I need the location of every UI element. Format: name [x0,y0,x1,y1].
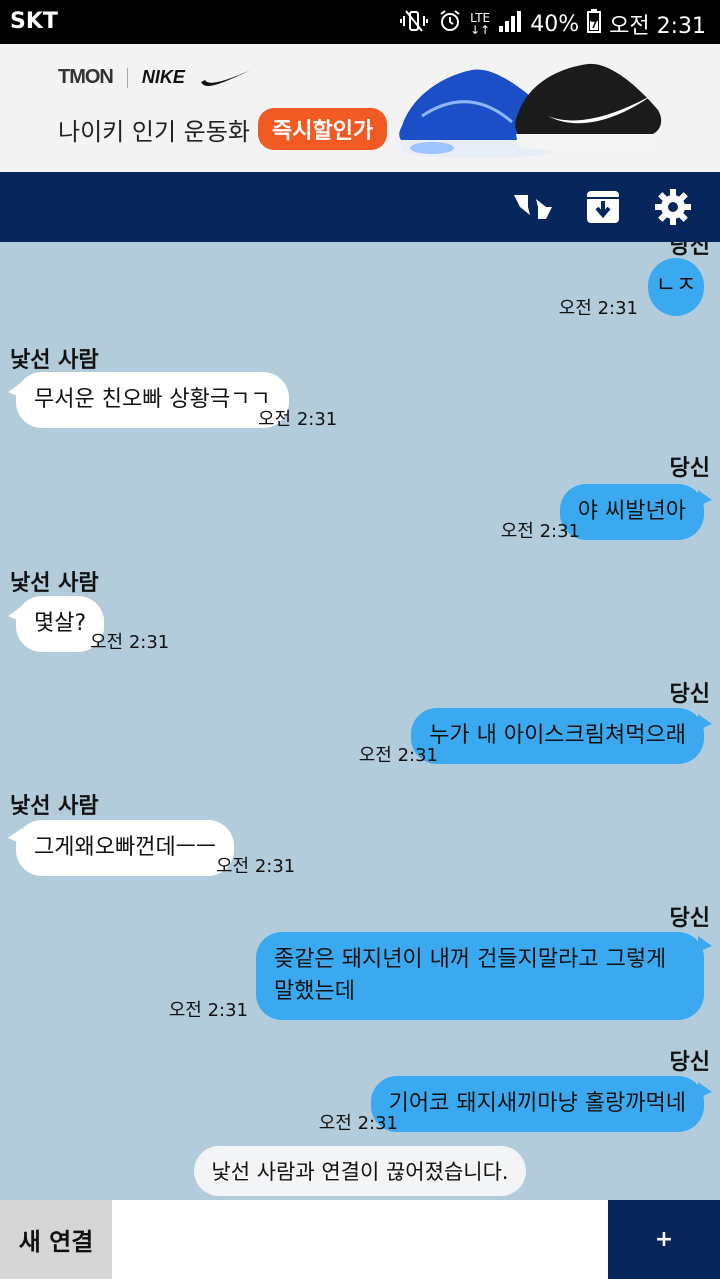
alarm-icon [438,9,462,39]
sender-label-stranger: 낯선 사람 [10,571,99,596]
signal-icon [498,10,522,38]
sender-label-stranger: 낯선 사람 [10,348,99,373]
ad-headline: 나이키 인기 운동화 [58,118,250,146]
message-time: 오전 2:31 [216,856,296,877]
black-shoe-image [515,63,662,153]
message-bubble-you[interactable]: ㄴㅈ [648,258,704,316]
nike-swoosh-icon [200,69,251,86]
message-bubble-you[interactable]: 누가 내 아이스크림쳐먹으래 [411,708,704,764]
carrier-label: SKT [10,9,58,34]
message-time: 오전 2:31 [500,521,580,542]
bottom-bar: 새 연결 + [0,1200,720,1279]
message-time: 오전 2:31 [558,298,638,319]
status-icons: LTE ↓↑ 40% 오전 2:31 [400,8,706,40]
ad-cta-button[interactable]: 즉시할인가 [258,108,388,150]
ad-brand-row: TMON NIKE [58,66,253,89]
sender-label-you: 당신 [669,906,710,931]
new-connection-button[interactable]: 새 연결 [0,1200,112,1279]
message-bubble-stranger[interactable]: 그게왜오빠껀데ㅡㅡ [16,820,235,876]
disconnect-notice: 낯선 사람과 연결이 끊어졌습니다. [194,1146,526,1196]
message-bubble-you[interactable]: 좆같은 돼지년이 내꺼 건들지말라고 그렇게 말했는데 [256,932,704,1020]
sender-label-you: 당신 [669,456,710,481]
nike-logo: NIKE [141,67,185,87]
mute-vibrate-icon [400,9,430,39]
archive-download-icon[interactable] [580,184,626,230]
chat-area[interactable]: 당신 ㄴㅈ 오전 2:31 낯선 사람 무서운 친오빠 상황극ㄱㄱ 오전 2:3… [0,242,720,1200]
sender-label-stranger: 낯선 사람 [10,794,99,819]
message-time: 오전 2:31 [258,409,338,430]
send-button[interactable]: + [608,1200,720,1279]
message-time: 오전 2:31 [358,745,438,766]
ad-banner[interactable]: TMON NIKE 나이키 인기 운동화 즉시할인가 [0,44,720,172]
message-line: 좆같은 돼지년이 내꺼 건들지말라고 그렇게 [274,947,667,972]
message-bubble-you[interactable]: 야 씨발년아 [559,484,704,540]
tmon-logo: TMON [58,66,114,88]
message-time: 오전 2:31 [318,1113,398,1134]
message-line: 말했는데 [274,979,355,1004]
clock: 오전 2:31 [609,14,706,39]
message-bubble-stranger[interactable]: 무서운 친오빠 상황극ㄱㄱ [16,372,289,428]
sender-label-you: 당신 [669,682,710,707]
app-header [0,172,720,242]
battery-percent: 40% [530,11,580,37]
message-input[interactable] [112,1200,608,1279]
quote-icon[interactable] [510,184,556,230]
brand-divider [126,67,128,88]
sender-label-you: 당신 [669,1050,710,1075]
lte-icon: LTE ↓↑ [470,11,491,37]
message-time: 오전 2:31 [168,1000,248,1021]
message-time: 오전 2:31 [90,632,170,653]
gear-icon[interactable] [650,184,696,230]
status-bar: SKT LTE ↓↑ 40% 오전 2:31 [0,0,720,44]
message-bubble-you[interactable]: 기어코 돼지새끼마냥 홀랑까먹네 [370,1076,704,1132]
battery-icon [587,9,602,39]
